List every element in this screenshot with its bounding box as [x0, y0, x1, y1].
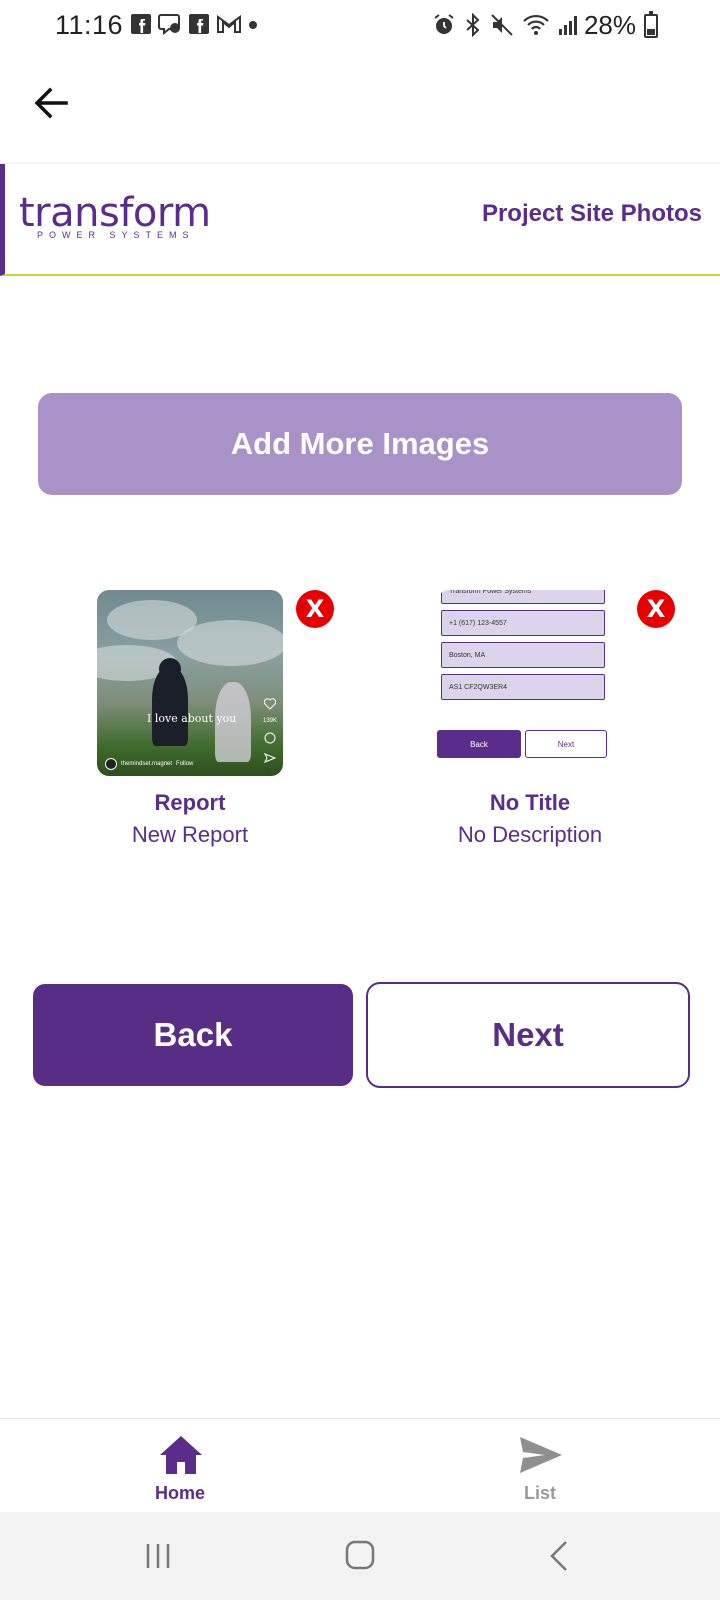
system-icons — [432, 13, 580, 37]
image-thumbnail[interactable]: I love about you 139K themindset.magnet … — [97, 590, 283, 776]
screen: 11:16 28% transform POWER SYSTEMS Projec… — [0, 0, 720, 1600]
thumb-next-button: Next — [525, 730, 607, 758]
image-card: I love about you 139K themindset.magnet … — [40, 590, 340, 848]
nav-home[interactable]: Home — [80, 1419, 280, 1513]
wifi-icon — [523, 14, 549, 35]
back-arrow-icon[interactable] — [28, 80, 74, 126]
likes-count: 139K — [262, 718, 277, 724]
system-back-icon[interactable] — [530, 1534, 590, 1578]
thumb-field: AS1 CF2QW3ER4 — [441, 674, 605, 700]
thumb-back-button: Back — [437, 730, 521, 758]
nav-list-label: List — [523, 1483, 556, 1503]
next-button[interactable]: Next — [366, 982, 690, 1088]
gmail-icon — [217, 15, 241, 33]
thumb-field: Transform Power Systems — [441, 590, 605, 604]
page-header: transform POWER SYSTEMS Project Site Pho… — [0, 164, 720, 276]
home-circle-icon[interactable] — [330, 1534, 390, 1578]
image-card: Transform Power Systems +1 (617) 123-455… — [380, 590, 680, 848]
dot-icon — [249, 21, 257, 29]
home-icon — [160, 1436, 202, 1474]
image-thumbnail[interactable]: Transform Power Systems +1 (617) 123-455… — [437, 590, 623, 776]
messenger-icon — [158, 14, 180, 35]
heart-icon — [263, 698, 276, 710]
app-bar — [0, 52, 720, 164]
status-bar: 11:16 28% — [0, 0, 720, 52]
comment-icon — [264, 732, 276, 744]
image-description: New Report — [131, 822, 249, 847]
facebook-icon — [131, 14, 151, 34]
thumb-field: +1 (617) 123-4557 — [441, 610, 605, 636]
mute-icon — [491, 14, 513, 36]
transform-logo: transform POWER SYSTEMS — [19, 190, 219, 244]
photo-account: themindset.magnet Follow — [105, 758, 193, 770]
battery-icon — [644, 11, 658, 38]
add-more-images-button[interactable]: Add More Images — [38, 393, 682, 495]
page-title: Project Site Photos — [481, 200, 702, 227]
facebook-icon — [189, 14, 209, 34]
logo-tagline: POWER SYSTEMS — [37, 230, 195, 240]
image-title: No Title — [489, 790, 571, 815]
follow-label: Follow — [176, 761, 194, 767]
bluetooth-icon — [466, 13, 480, 37]
share-icon — [263, 753, 276, 763]
status-time: 11:16 — [55, 10, 124, 40]
remove-image-button[interactable]: X — [637, 590, 675, 628]
image-title: Report — [154, 790, 226, 815]
photo-overlay-text: I love about you — [147, 712, 237, 725]
signal-icon — [559, 16, 577, 35]
system-nav-bar — [0, 1512, 720, 1600]
nav-list[interactable]: List — [440, 1419, 640, 1513]
battery-level: 28% — [583, 10, 636, 40]
alarm-icon — [434, 14, 454, 34]
send-icon — [520, 1437, 562, 1473]
image-description: No Description — [457, 822, 603, 847]
avatar — [105, 758, 117, 770]
recent-apps-icon[interactable] — [128, 1534, 188, 1578]
nav-home-label: Home — [154, 1483, 205, 1503]
back-button[interactable]: Back — [33, 984, 353, 1086]
bottom-nav: Home List — [0, 1418, 720, 1512]
remove-image-button[interactable]: X — [296, 590, 334, 628]
account-name: themindset.magnet — [121, 761, 173, 767]
notification-icons — [130, 13, 258, 35]
photo-side-icons: 139K — [263, 698, 277, 764]
thumb-field: Boston, MA — [441, 642, 605, 668]
